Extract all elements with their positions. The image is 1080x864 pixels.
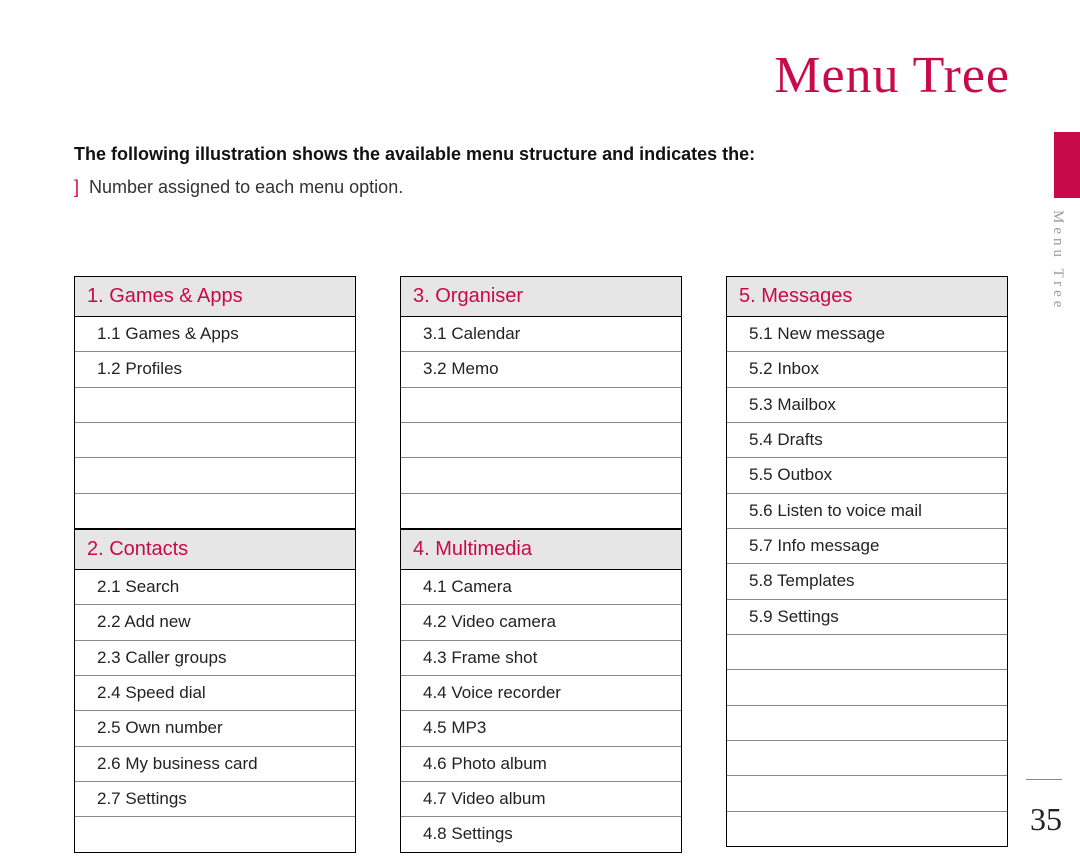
menu-body: 4.1 Camera4.2 Video camera4.3 Frame shot… [401,570,681,852]
footer-rule [1026,779,1062,780]
menu-column: 1. Games & Apps1.1 Games & Apps1.2 Profi… [74,276,356,853]
menu-header: 4. Multimedia [401,530,681,570]
menu-item-empty [75,494,355,528]
menu-box: 3. Organiser3.1 Calendar3.2 Memo [400,276,682,529]
menu-item: 3.1 Calendar [401,317,681,352]
menu-box: 4. Multimedia4.1 Camera4.2 Video camera4… [400,529,682,853]
intro-block: The following illustration shows the ava… [74,142,960,198]
menu-item: 2.7 Settings [75,782,355,817]
intro-bullet-row: ] Number assigned to each menu option. [74,177,960,198]
menu-item: 2.6 My business card [75,747,355,782]
intro-heading: The following illustration shows the ava… [74,142,960,167]
menu-box: 5. Messages5.1 New message5.2 Inbox5.3 M… [726,276,1008,847]
menu-item: 5.7 Info message [727,529,1007,564]
menu-header: 3. Organiser [401,277,681,317]
menu-box: 1. Games & Apps1.1 Games & Apps1.2 Profi… [74,276,356,529]
menu-item: 5.8 Templates [727,564,1007,599]
menu-item-empty [401,458,681,493]
menu-item: 5.9 Settings [727,600,1007,635]
menu-body: 5.1 New message5.2 Inbox5.3 Mailbox5.4 D… [727,317,1007,846]
menu-item-empty [401,388,681,423]
menu-header: 1. Games & Apps [75,277,355,317]
page-number: 35 [1030,801,1062,838]
menu-item: 4.8 Settings [401,817,681,851]
page-edge-tab [1054,132,1080,198]
menu-item: 5.2 Inbox [727,352,1007,387]
menu-item: 4.6 Photo album [401,747,681,782]
menu-item-empty [401,423,681,458]
menu-item-empty [727,741,1007,776]
menu-item: 5.5 Outbox [727,458,1007,493]
bullet-bracket-icon: ] [74,177,79,198]
menu-item: 4.2 Video camera [401,605,681,640]
menu-header: 5. Messages [727,277,1007,317]
menu-item: 4.5 MP3 [401,711,681,746]
menu-item: 2.2 Add new [75,605,355,640]
menu-item-empty [75,423,355,458]
menu-item: 3.2 Memo [401,352,681,387]
menu-item-empty [727,812,1007,846]
menu-item: 1.1 Games & Apps [75,317,355,352]
menu-item-empty [727,706,1007,741]
menu-column: 3. Organiser3.1 Calendar3.2 Memo 4. Mult… [400,276,682,853]
menu-item: 5.4 Drafts [727,423,1007,458]
menu-item: 4.7 Video album [401,782,681,817]
menu-item-empty [727,776,1007,811]
side-section-label: Menu Tree [1049,210,1066,311]
intro-bullet-text: Number assigned to each menu option. [89,177,403,198]
menu-item: 1.2 Profiles [75,352,355,387]
menu-item: 5.1 New message [727,317,1007,352]
menu-item-empty [75,458,355,493]
menu-columns: 1. Games & Apps1.1 Games & Apps1.2 Profi… [74,276,1008,853]
menu-item: 2.1 Search [75,570,355,605]
menu-box: 2. Contacts2.1 Search2.2 Add new2.3 Call… [74,529,356,853]
menu-body: 1.1 Games & Apps1.2 Profiles [75,317,355,528]
menu-item: 2.3 Caller groups [75,641,355,676]
menu-item: 2.4 Speed dial [75,676,355,711]
menu-item: 4.4 Voice recorder [401,676,681,711]
menu-body: 3.1 Calendar3.2 Memo [401,317,681,528]
menu-column: 5. Messages5.1 New message5.2 Inbox5.3 M… [726,276,1008,853]
menu-item-empty [75,388,355,423]
menu-item: 4.1 Camera [401,570,681,605]
menu-item-empty [727,635,1007,670]
menu-item: 5.6 Listen to voice mail [727,494,1007,529]
menu-item: 4.3 Frame shot [401,641,681,676]
menu-item-empty [401,494,681,528]
menu-item: 5.3 Mailbox [727,388,1007,423]
menu-item-empty [75,817,355,851]
menu-header: 2. Contacts [75,530,355,570]
menu-body: 2.1 Search2.2 Add new2.3 Caller groups2.… [75,570,355,852]
page-title: Menu Tree [774,46,1010,105]
menu-item-empty [727,670,1007,705]
menu-item: 2.5 Own number [75,711,355,746]
